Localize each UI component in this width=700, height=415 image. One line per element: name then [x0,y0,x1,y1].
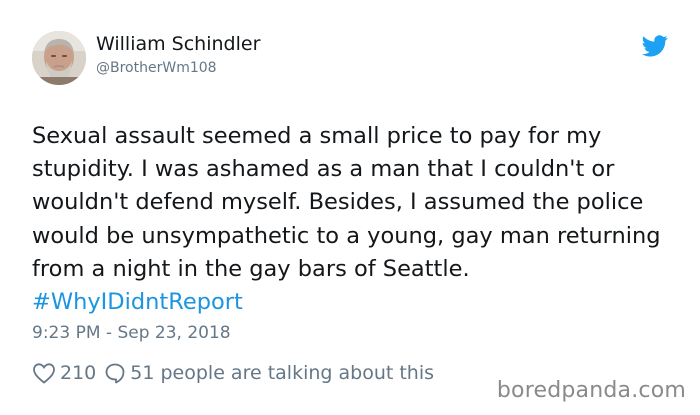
hashtag-link[interactable]: #WhyIDidntReport [32,289,243,315]
like-count[interactable]: 210 [60,362,96,384]
author-name[interactable]: William Schindler [96,33,260,55]
author-avatar[interactable] [32,31,86,85]
talking-count[interactable]: 51 people are talking about this [130,362,434,384]
watermark: boredpanda.com [496,378,686,403]
tweet-body: Sexual assault seemed a small price to p… [32,120,672,319]
speech-bubble-icon[interactable] [104,362,126,384]
twitter-bird-icon[interactable] [642,35,668,57]
tweet-card: William Schindler @BrotherWm108 Sexual a… [0,0,700,415]
tweet-timestamp[interactable]: 9:23 PM - Sep 23, 2018 [32,323,231,343]
heart-outline-icon[interactable] [32,362,56,384]
author-handle[interactable]: @BrotherWm108 [96,60,217,76]
engagement-bar: 210 51 people are talking about this [32,360,434,386]
avatar-photo-icon [32,31,86,85]
tweet-text: Sexual assault seemed a small price to p… [32,123,661,282]
